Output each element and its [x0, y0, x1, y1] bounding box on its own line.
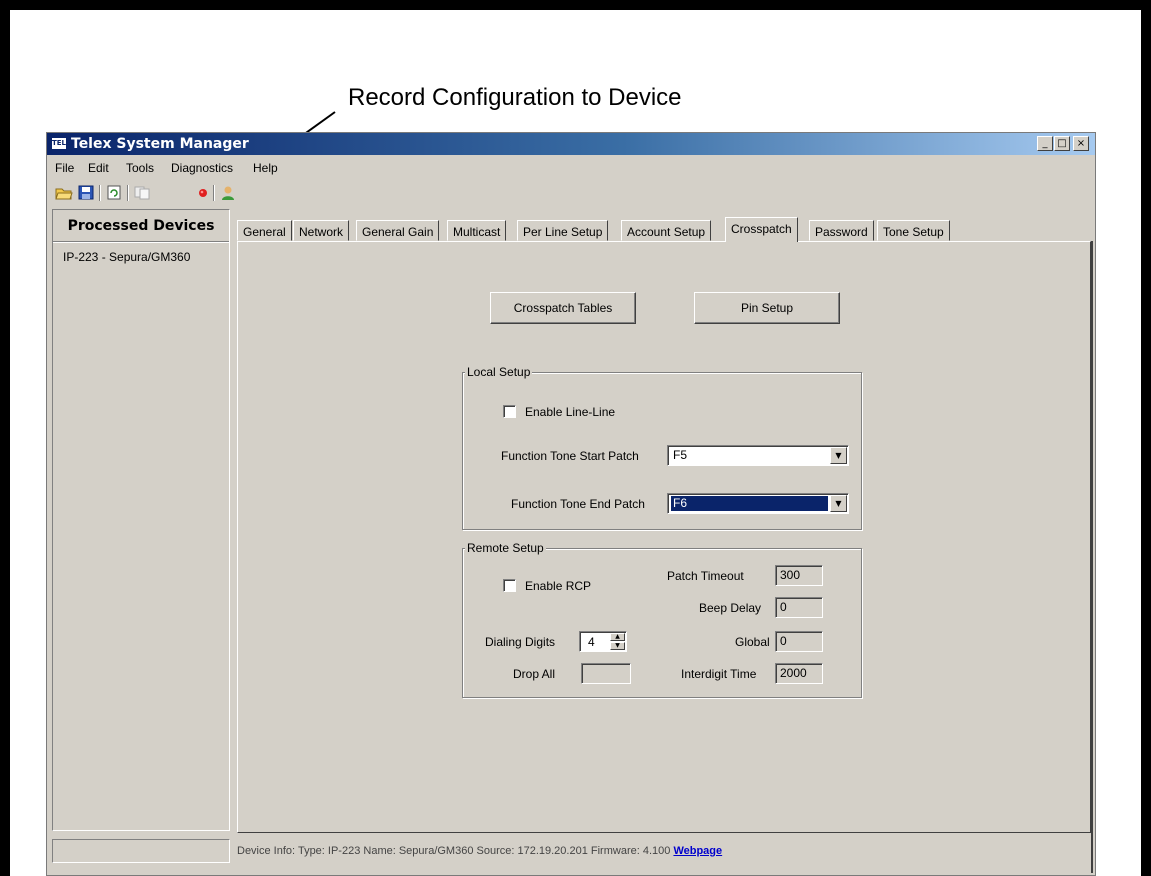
- enable-line-line-checkbox[interactable]: [503, 405, 516, 418]
- beep-delay-label: Beep Delay: [699, 601, 762, 615]
- drop-all-label: Drop All: [513, 667, 556, 681]
- window-title: Telex System Manager: [71, 136, 249, 152]
- device-firmware: Firmware: 4.100: [590, 845, 671, 857]
- start-patch-select[interactable]: F5 ▼: [667, 445, 849, 466]
- pin-setup-button[interactable]: Pin Setup: [694, 292, 840, 324]
- menu-diagnostics[interactable]: Diagnostics: [171, 161, 233, 175]
- beep-delay-field[interactable]: 0: [775, 597, 823, 618]
- toolbar-separator: [213, 185, 215, 201]
- start-patch-label: Function Tone Start Patch: [501, 449, 639, 463]
- device-name: Name: Sepura/GM360: [363, 845, 474, 857]
- device-info-bar: Device Info: Type: IP-223 Name: Sepura/G…: [237, 845, 722, 857]
- local-setup-group: Local Setup Enable Line-Line Function To…: [462, 365, 862, 530]
- copy-icon[interactable]: [133, 184, 151, 201]
- global-field[interactable]: 0: [775, 631, 823, 652]
- tab-general-gain[interactable]: General Gain: [356, 220, 440, 241]
- sidebar-status-box: [52, 839, 230, 863]
- enable-rcp-checkbox[interactable]: [503, 579, 516, 592]
- tab-multicast[interactable]: Multicast: [447, 220, 507, 241]
- device-source: Source: 172.19.20.201: [476, 845, 588, 857]
- spin-up-icon[interactable]: ▲: [610, 633, 625, 641]
- menu-file[interactable]: File: [55, 161, 74, 175]
- local-setup-legend: Local Setup: [465, 365, 533, 379]
- end-patch-value: F6: [671, 496, 828, 511]
- crosspatch-panel: Crosspatch Tables Pin Setup Local Setup …: [237, 241, 1091, 833]
- interdigit-time-label: Interdigit Time: [681, 667, 757, 681]
- app-window: TELEX Telex System Manager _ □ × File Ed…: [46, 132, 1096, 876]
- start-patch-value: F5: [673, 448, 688, 462]
- maximize-button[interactable]: □: [1054, 136, 1070, 151]
- tab-account-setup[interactable]: Account Setup: [621, 220, 712, 241]
- content-edge: [1091, 241, 1093, 873]
- device-item[interactable]: IP-223 - Sepura/GM360: [63, 250, 190, 264]
- annotation-callout: Record Configuration to Device: [348, 84, 682, 111]
- sidebar-header: Processed Devices: [53, 210, 229, 242]
- open-icon[interactable]: [55, 184, 73, 201]
- interdigit-time-field[interactable]: 2000: [775, 663, 823, 684]
- close-button[interactable]: ×: [1073, 136, 1089, 151]
- device-sidebar: Processed Devices IP-223 - Sepura/GM360: [52, 209, 230, 831]
- user-icon[interactable]: [219, 184, 237, 201]
- menu-bar: File Edit Tools Diagnostics Help: [47, 155, 1095, 181]
- remote-setup-group: Remote Setup Enable RCP Patch Timeout 30…: [462, 541, 862, 698]
- tab-general[interactable]: General: [237, 220, 292, 241]
- dialing-digits-label: Dialing Digits: [485, 635, 556, 649]
- end-patch-label: Function Tone End Patch: [511, 497, 645, 511]
- tab-password[interactable]: Password: [809, 220, 874, 241]
- remote-setup-legend: Remote Setup: [465, 541, 546, 555]
- end-patch-select[interactable]: F6 ▼: [667, 493, 849, 514]
- tab-network[interactable]: Network: [293, 220, 350, 241]
- save-icon[interactable]: [77, 184, 95, 201]
- menu-tools[interactable]: Tools: [126, 161, 154, 175]
- dialing-digits-stepper[interactable]: 4 ▲ ▼: [579, 631, 627, 652]
- menu-help[interactable]: Help: [253, 161, 278, 175]
- patch-timeout-field[interactable]: 300: [775, 565, 823, 586]
- app-icon: TELEX: [51, 137, 76, 150]
- device-type: Type: IP-223: [297, 845, 361, 857]
- spin-down-icon[interactable]: ▼: [610, 642, 625, 650]
- menu-edit[interactable]: Edit: [88, 161, 109, 175]
- global-label: Global: [735, 635, 770, 649]
- webpage-link[interactable]: Webpage: [673, 845, 722, 857]
- toolbar: [47, 181, 1095, 205]
- patch-timeout-label: Patch Timeout: [667, 569, 744, 583]
- title-bar: TELEX Telex System Manager _ □ ×: [47, 133, 1095, 155]
- enable-rcp-label: Enable RCP: [525, 579, 592, 593]
- toolbar-separator: [127, 185, 129, 201]
- tab-tone-setup[interactable]: Tone Setup: [877, 220, 950, 241]
- record-icon[interactable]: [195, 184, 213, 201]
- dialing-digits-value: 4: [588, 635, 595, 649]
- tab-crosspatch[interactable]: Crosspatch: [725, 217, 798, 242]
- drop-all-field[interactable]: [581, 663, 631, 684]
- chevron-down-icon[interactable]: ▼: [830, 447, 847, 464]
- minimize-button[interactable]: _: [1037, 136, 1053, 151]
- refresh-icon[interactable]: [105, 184, 123, 201]
- crosspatch-tables-button[interactable]: Crosspatch Tables: [490, 292, 636, 324]
- chevron-down-icon[interactable]: ▼: [830, 495, 847, 512]
- enable-line-line-label: Enable Line-Line: [525, 405, 616, 419]
- tab-per-line-setup[interactable]: Per Line Setup: [517, 220, 609, 241]
- toolbar-separator: [99, 185, 101, 201]
- device-info-prefix: Device Info:: [237, 845, 296, 857]
